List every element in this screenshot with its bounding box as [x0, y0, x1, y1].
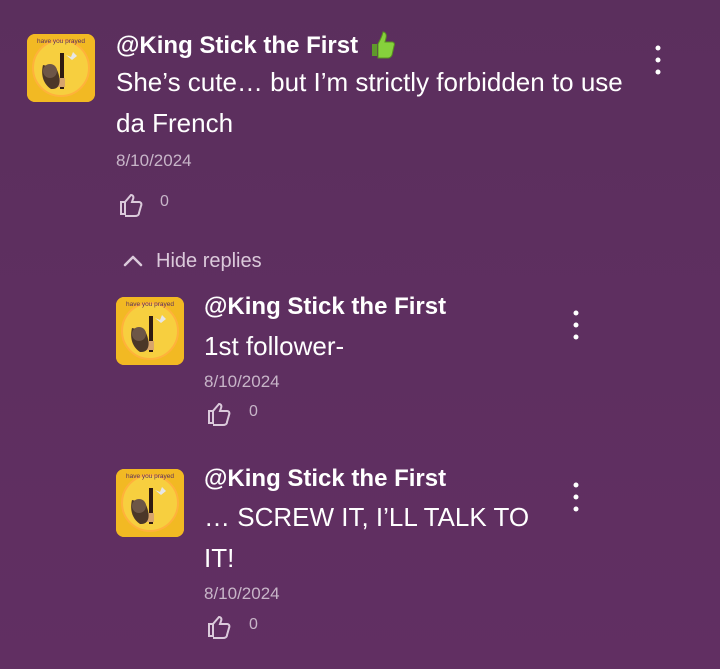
- comment-text: She’s cute… but I’m strictly forbidden t…: [116, 67, 630, 138]
- like-button[interactable]: [117, 190, 145, 218]
- reply-author[interactable]: @King Stick the First: [204, 465, 446, 493]
- avatar-caption: have you prayed: [126, 473, 174, 480]
- reply-date: 8/10/2024: [204, 372, 280, 391]
- reply-author[interactable]: @King Stick the First: [204, 293, 446, 321]
- avatar-image: have you prayed: [27, 34, 95, 102]
- reply-text: … SCREW IT, I’LL TALK TO IT!: [204, 502, 537, 573]
- more-vert-icon[interactable]: [564, 477, 588, 517]
- more-vert-icon[interactable]: [564, 305, 588, 345]
- thumbs-up-emoji: [368, 30, 398, 60]
- comment-author[interactable]: @King Stick the First: [116, 32, 358, 60]
- avatar[interactable]: have you prayed: [116, 297, 184, 365]
- chevron-up-icon: [123, 255, 143, 267]
- like-count: 0: [249, 616, 258, 633]
- thumbs-up-icon: [120, 193, 143, 217]
- hide-replies-label: Hide replies: [156, 249, 262, 272]
- avatar-caption: have you prayed: [37, 38, 85, 45]
- reply-date: 8/10/2024: [204, 584, 280, 603]
- comment-date: 8/10/2024: [116, 151, 192, 170]
- reply-text: 1st follower-: [204, 331, 345, 361]
- like-count: 0: [160, 193, 169, 210]
- avatar-caption: have you prayed: [126, 301, 174, 308]
- avatar[interactable]: have you prayed: [27, 34, 95, 102]
- like-count: 0: [249, 403, 258, 420]
- avatar-image: have you prayed: [116, 469, 184, 537]
- like-button[interactable]: [205, 399, 233, 427]
- thumbs-up-icon: [208, 615, 231, 639]
- thumbs-up-icon: [208, 402, 231, 426]
- avatar-image: have you prayed: [116, 297, 184, 365]
- avatar[interactable]: have you prayed: [116, 469, 184, 537]
- like-button[interactable]: [205, 612, 233, 640]
- more-vert-icon[interactable]: [646, 40, 670, 80]
- hide-replies-button[interactable]: Hide replies: [120, 246, 262, 276]
